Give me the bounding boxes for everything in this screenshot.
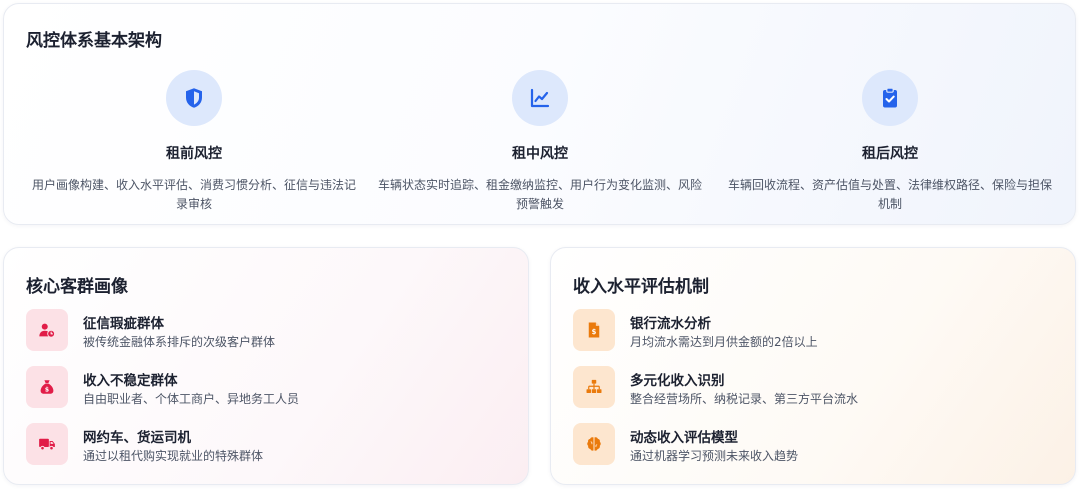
phase-during-rental: 租中风控 车辆状态实时追踪、租金缴纳监控、用户行为变化监测、风险预警触发 bbox=[370, 70, 710, 214]
list-item: 动态收入评估模型 通过机器学习预测未来收入趋势 bbox=[573, 422, 1053, 466]
invoice-dollar-icon: $ bbox=[573, 309, 615, 351]
list-item: $ 银行流水分析 月均流水需达到月供金额的2倍以上 bbox=[573, 308, 1053, 352]
income-title: 收入水平评估机制 bbox=[573, 277, 709, 297]
customers-title: 核心客群画像 bbox=[26, 277, 128, 297]
item-title: 银行流水分析 bbox=[630, 316, 711, 332]
list-item: $ 收入不稳定群体 自由职业者、个体工商户、异地务工人员 bbox=[26, 365, 506, 409]
truck-icon bbox=[26, 423, 68, 465]
risk-architecture-card: 风控体系基本架构 租前风控 用户画像构建、收入水平评估、消费习惯分析、征信与违法… bbox=[3, 3, 1076, 225]
item-title: 收入不稳定群体 bbox=[83, 373, 178, 389]
item-description: 月均流水需达到月供金额的2倍以上 bbox=[630, 335, 818, 349]
item-title: 动态收入评估模型 bbox=[630, 430, 738, 446]
phase-description: 用户画像构建、收入水平评估、消费习惯分析、征信与违法记录审核 bbox=[31, 178, 356, 211]
item-description: 整合经营场所、纳税记录、第三方平台流水 bbox=[630, 392, 859, 406]
phase-post-rental: 租后风控 车辆回收流程、资产估值与处置、法律维权路径、保险与担保机制 bbox=[720, 70, 1060, 214]
phase-description: 车辆状态实时追踪、租金缴纳监控、用户行为变化监测、风险预警触发 bbox=[377, 178, 702, 211]
income-evaluation-card: 收入水平评估机制 $ 银行流水分析 月均流水需达到月供金额的2倍以上 多元化收入… bbox=[550, 247, 1076, 485]
core-customers-card: 核心客群画像 征信瑕疵群体 被传统金融体系排斥的次级客户群体 $ 收入不稳定群体… bbox=[3, 247, 529, 485]
item-description: 自由职业者、个体工商户、异地务工人员 bbox=[83, 392, 300, 406]
sitemap-icon bbox=[573, 366, 615, 408]
architecture-title: 风控体系基本架构 bbox=[26, 31, 162, 51]
brain-icon bbox=[573, 423, 615, 465]
item-title: 网约车、货运司机 bbox=[83, 430, 191, 446]
user-clock-icon bbox=[26, 309, 68, 351]
svg-text:$: $ bbox=[45, 387, 49, 394]
list-item: 征信瑕疵群体 被传统金融体系排斥的次级客户群体 bbox=[26, 308, 506, 352]
item-title: 征信瑕疵群体 bbox=[83, 316, 164, 332]
line-chart-icon bbox=[512, 70, 568, 126]
phase-pre-rental: 租前风控 用户画像构建、收入水平评估、消费习惯分析、征信与违法记录审核 bbox=[24, 70, 364, 214]
money-bag-icon: $ bbox=[26, 366, 68, 408]
clipboard-check-icon bbox=[862, 70, 918, 126]
list-item: 多元化收入识别 整合经营场所、纳税记录、第三方平台流水 bbox=[573, 365, 1053, 409]
item-description: 通过以租代购实现就业的特殊群体 bbox=[83, 449, 264, 463]
item-description: 被传统金融体系排斥的次级客户群体 bbox=[83, 335, 276, 349]
list-item: 网约车、货运司机 通过以租代购实现就业的特殊群体 bbox=[26, 422, 506, 466]
item-description: 通过机器学习预测未来收入趋势 bbox=[630, 449, 799, 463]
shield-icon bbox=[166, 70, 222, 126]
phase-description: 车辆回收流程、资产估值与处置、法律维权路径、保险与担保机制 bbox=[727, 178, 1052, 211]
item-title: 多元化收入识别 bbox=[630, 373, 725, 389]
phase-title: 租中风控 bbox=[512, 146, 568, 162]
phase-title: 租前风控 bbox=[166, 146, 222, 162]
svg-text:$: $ bbox=[592, 328, 597, 336]
phase-title: 租后风控 bbox=[862, 146, 918, 162]
